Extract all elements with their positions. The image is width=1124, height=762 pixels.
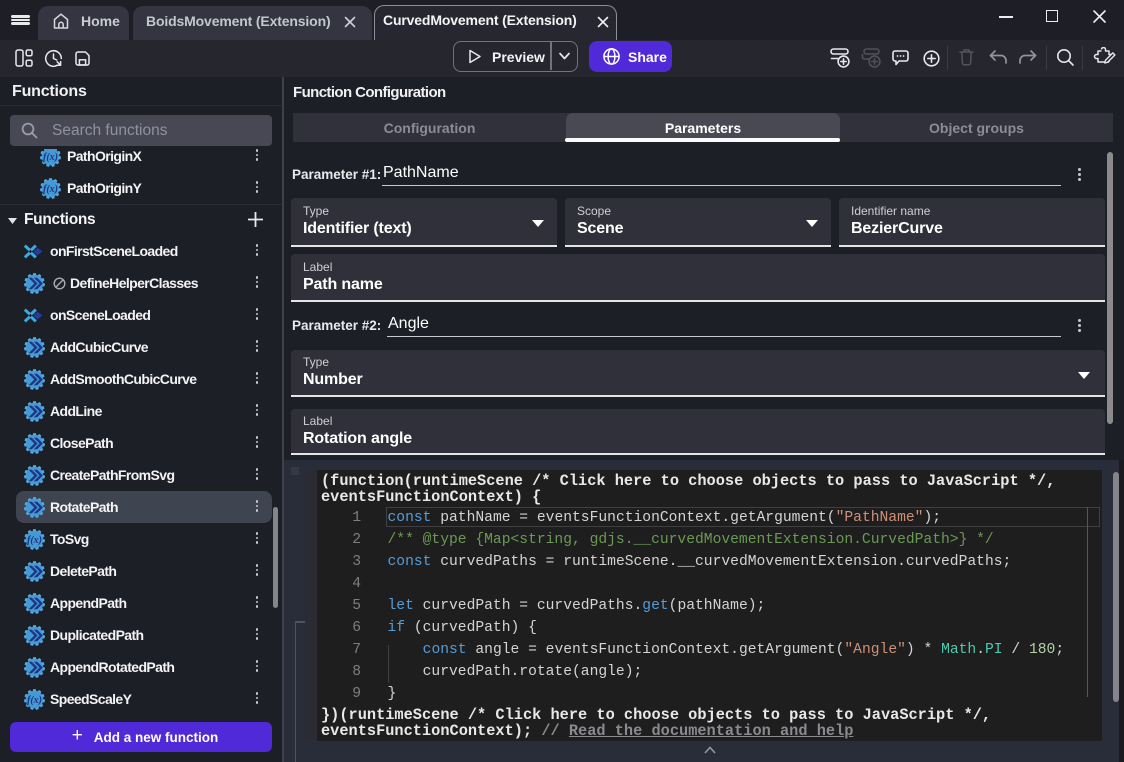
svg-text:f(x): f(x): [27, 695, 42, 706]
svg-text:f(x): f(x): [42, 152, 57, 163]
svg-text:f(x): f(x): [27, 535, 42, 546]
svg-text:f(x): f(x): [42, 184, 57, 195]
